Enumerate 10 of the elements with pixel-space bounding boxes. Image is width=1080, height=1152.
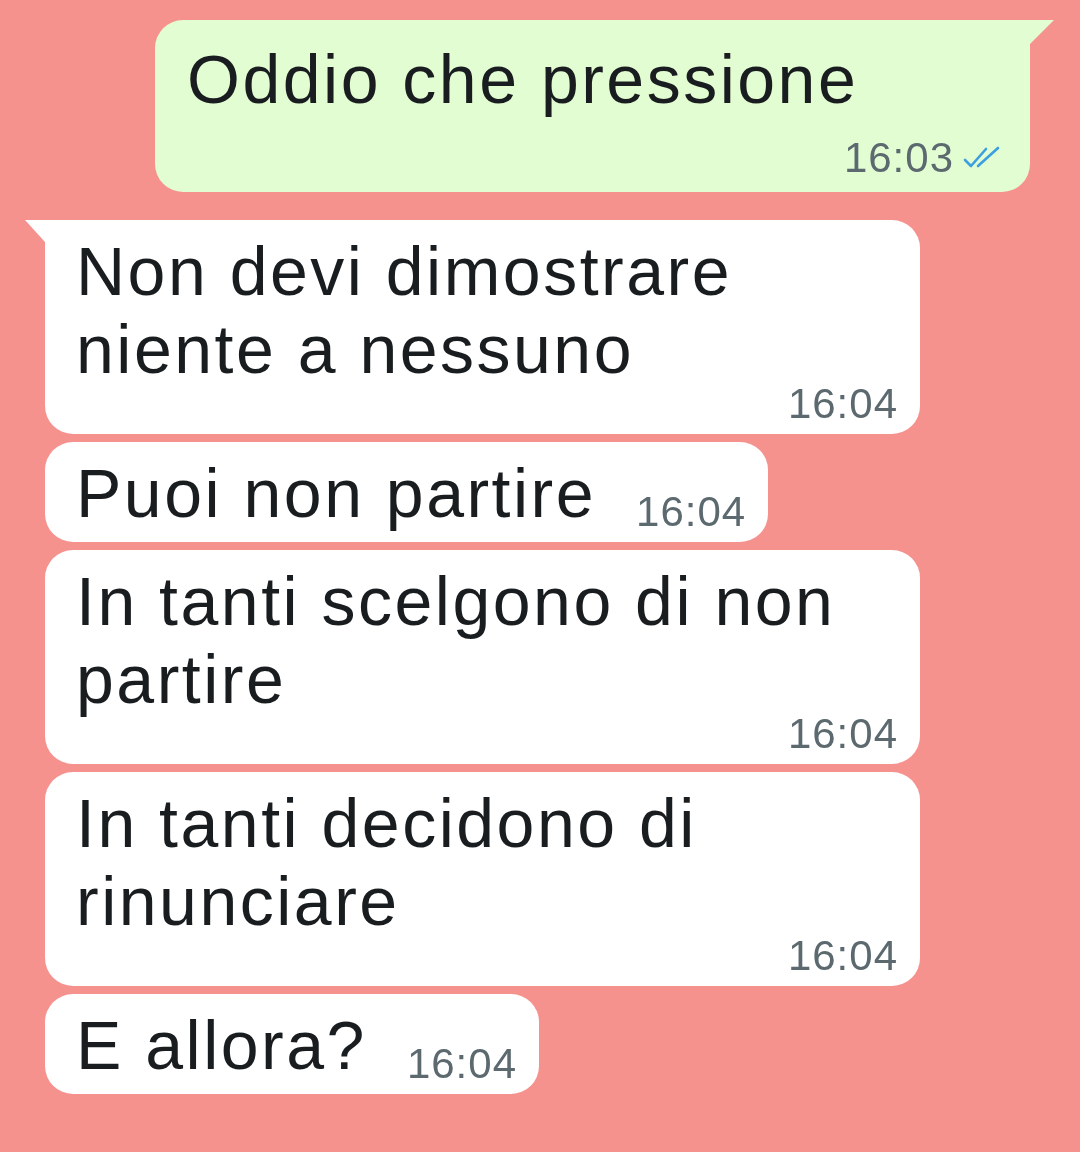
message-time: 16:04 bbox=[636, 492, 747, 532]
message-text: E allora? bbox=[76, 1006, 367, 1084]
message-time: 16:04 bbox=[787, 936, 898, 976]
message-time: 16:03 bbox=[843, 138, 954, 178]
message-text: Puoi non partire bbox=[76, 454, 597, 532]
message-text: Non devi dimostrare niente a nessuno bbox=[76, 232, 733, 388]
message-time: 16:04 bbox=[406, 1044, 517, 1084]
message-text: Oddio che pressione bbox=[187, 40, 859, 118]
message-time: 16:04 bbox=[787, 384, 898, 424]
message-text: In tanti decidono di rinunciare bbox=[76, 784, 698, 940]
